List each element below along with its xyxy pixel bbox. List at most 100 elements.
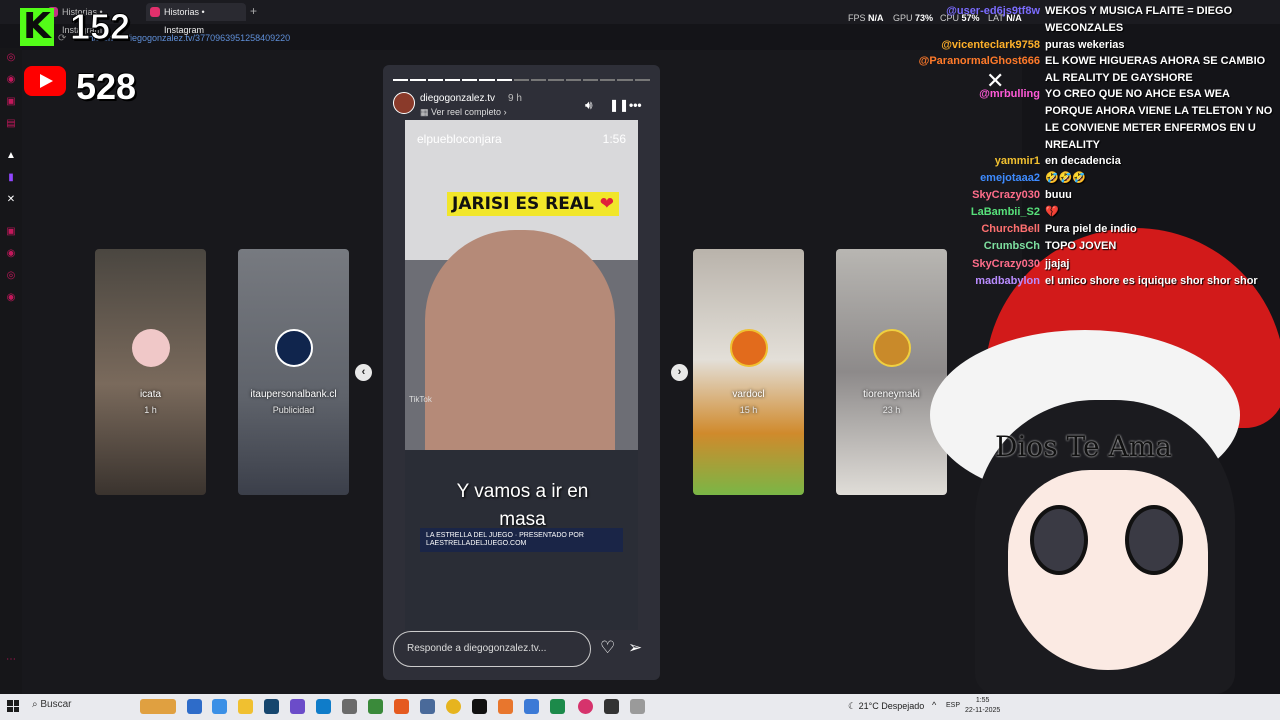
chat-username[interactable]: yammir1 <box>995 153 1040 170</box>
video-source-label: elpuebloconjara <box>417 132 502 146</box>
chat-text: jjajaj <box>1045 258 1070 270</box>
avatar <box>873 329 911 367</box>
app-icon[interactable] <box>342 699 357 714</box>
app-icon[interactable] <box>630 699 645 714</box>
story-card-itaupersonalbank[interactable]: itaupersonalbank.cl Publicidad <box>238 249 349 495</box>
sidebar-icon[interactable]: ◎ <box>5 270 17 282</box>
kick-viewer-count: 152 <box>69 6 131 48</box>
story-time: 1 h <box>144 405 157 415</box>
chat-username[interactable]: @vicenteclark9758 <box>941 37 1040 54</box>
chat-username[interactable]: SkyCrazy030 <box>972 187 1040 204</box>
browser-tab-active[interactable]: Historias • Instagram <box>146 3 246 35</box>
sidebar-icon[interactable]: ▣ <box>5 96 17 108</box>
file-explorer-icon[interactable] <box>238 699 253 714</box>
volume-icon[interactable]: 🔊︎ <box>585 98 593 113</box>
progress-segment <box>600 79 616 81</box>
language-indicator[interactable]: ESP <box>946 702 960 709</box>
vtuber-eye <box>1125 505 1183 575</box>
reply-input[interactable]: Responde a diegogonzalez.tv... <box>393 631 591 667</box>
sidebar-icon[interactable]: ▤ <box>5 118 17 130</box>
chat-username[interactable]: madbabylon <box>975 273 1040 290</box>
vtuber-eye <box>1030 505 1088 575</box>
chat-username[interactable]: ChurchBell <box>981 221 1040 238</box>
chat-username[interactable]: LaBambii_S2 <box>971 204 1040 221</box>
sidebar-icon[interactable]: ▲ <box>5 150 17 162</box>
app-icon[interactable] <box>578 699 593 714</box>
story-time: 9 h <box>508 93 522 104</box>
chat-text: TOPO JOVEN <box>1045 240 1117 252</box>
sidebar-icon[interactable]: ◎ <box>5 52 17 64</box>
story-card-vardocl[interactable]: vardocl 15 h <box>693 249 804 495</box>
taskbar-search[interactable]: ⌕ Buscar <box>32 699 72 710</box>
see-full-reel-link[interactable]: ▦ Ver reel completo › <box>420 107 507 118</box>
twitch-icon[interactable]: ▮ <box>5 172 17 184</box>
video-sponsor-banner: LA ESTRELLA DEL JUEGO · PRESENTADO POR L… <box>420 528 623 552</box>
youtube-viewer-count: 528 <box>76 66 137 107</box>
avatar <box>730 329 768 367</box>
new-tab-button[interactable]: + <box>250 4 257 18</box>
video-caption: Y vamos a ir en masa <box>456 481 589 530</box>
app-icon[interactable] <box>550 699 565 714</box>
chat-text: YO CREO QUE NO AHCE ESA WEA PORQUE AHORA… <box>1045 88 1273 151</box>
progress-segment <box>582 79 599 81</box>
app-icon[interactable] <box>524 699 539 714</box>
x-icon[interactable]: ✕ <box>5 194 17 206</box>
more-options-icon[interactable]: ••• <box>629 98 642 112</box>
task-view-icon[interactable] <box>187 699 202 714</box>
windows-start-icon[interactable] <box>7 700 19 712</box>
firefox-icon[interactable] <box>394 699 409 714</box>
story-thumbnail <box>836 249 947 495</box>
pause-icon[interactable]: ❚❚ <box>609 98 629 112</box>
app-icon[interactable] <box>604 699 619 714</box>
copilot-icon[interactable] <box>212 699 227 714</box>
taskbar-clock[interactable]: 1:55 22-11-2025 <box>965 696 1000 716</box>
sidebar-icon[interactable]: ▣ <box>5 226 17 238</box>
heart-icon[interactable]: ♡ <box>600 638 615 658</box>
chat-username[interactable]: @user-ed6js9tf8w <box>946 3 1040 20</box>
story-username[interactable]: diegogonzalez.tv <box>420 93 495 104</box>
story-thumbnail <box>95 249 206 495</box>
progress-segment <box>531 79 547 81</box>
vtuber-face <box>1008 470 1208 670</box>
tray-expand-icon[interactable]: ^ <box>932 700 936 710</box>
story-username: itaupersonalbank.cl <box>250 389 337 400</box>
chat-text: 💔 <box>1045 206 1059 218</box>
video-banner: JARISI ES REAL ❤ <box>447 192 620 216</box>
chat-username[interactable]: emejotaaa2 <box>980 170 1040 187</box>
chat-username[interactable]: CrumbsCh <box>984 238 1040 255</box>
browser-sidebar: ◎ ◉ ▣ ▤ ▲ ▮ ✕ ▣ ◉ ◎ ◉ ⋯ <box>0 48 22 694</box>
progress-segment <box>513 79 530 81</box>
app-icon[interactable] <box>264 699 279 714</box>
story-thumbnail <box>238 249 349 495</box>
chat-username[interactable]: @mrbulling <box>979 86 1040 103</box>
app-icon[interactable] <box>290 699 305 714</box>
chat-text: Pura piel de indio <box>1045 223 1137 235</box>
app-icon[interactable] <box>498 699 513 714</box>
sidebar-icon[interactable]: ◉ <box>5 292 17 304</box>
app-icon[interactable] <box>368 699 383 714</box>
story-card-tioreneymaki[interactable]: tioreneymaki 23 h <box>836 249 947 495</box>
story-video[interactable]: elpuebloconjara 1:56 JARISI ES REAL ❤ Ti… <box>405 120 638 630</box>
story-time: Publicidad <box>272 405 315 415</box>
progress-segment <box>444 79 461 81</box>
story-thumbnail <box>693 249 804 495</box>
sidebar-icon[interactable]: ◉ <box>5 248 17 260</box>
chrome-icon[interactable] <box>446 699 461 714</box>
sidebar-icon[interactable]: ◉ <box>5 74 17 86</box>
obs-icon[interactable] <box>472 699 487 714</box>
tiktok-watermark: TikTok <box>409 395 432 404</box>
chat-username[interactable]: SkyCrazy030 <box>972 256 1040 273</box>
story-card-icata[interactable]: icata 1 h <box>95 249 206 495</box>
sidebar-icon[interactable]: ⋯ <box>5 654 17 666</box>
next-story-button[interactable]: › <box>671 364 688 381</box>
address-bar[interactable]: .com/stories/diegogonzalez.tv/3770963951… <box>48 28 928 48</box>
previous-story-button[interactable]: ‹ <box>355 364 372 381</box>
weather-widget[interactable]: ☾ 21°C Despejado <box>848 701 924 712</box>
send-icon[interactable]: ➢ <box>628 638 642 658</box>
app-icon[interactable] <box>420 699 435 714</box>
chat-username[interactable]: @ParanormalGhost666 <box>919 53 1040 70</box>
taskbar-widget[interactable] <box>140 699 176 714</box>
story-username: tioreneymaki <box>863 389 920 400</box>
avatar[interactable] <box>393 92 415 114</box>
edge-icon[interactable] <box>316 699 331 714</box>
